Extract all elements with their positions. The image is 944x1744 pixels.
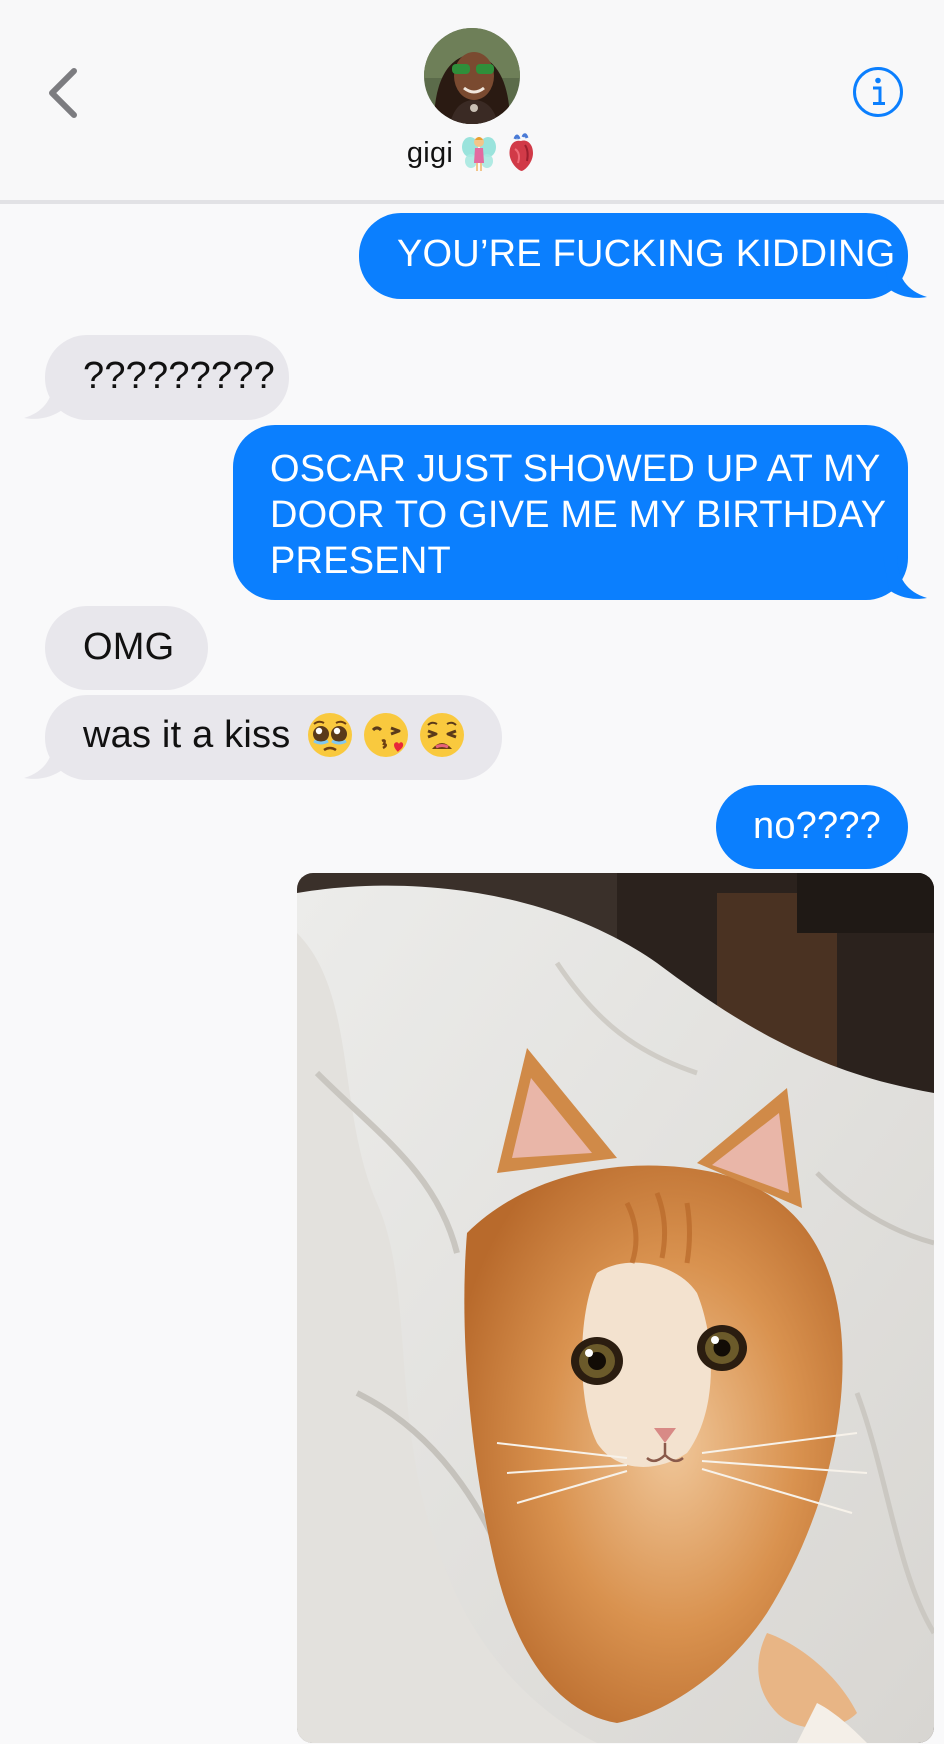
message-text-line: DOOR TO GIVE ME MY BIRTHDAY xyxy=(270,494,887,536)
anatomical-heart-emoji-icon xyxy=(509,133,534,171)
incoming-message[interactable]: OMG xyxy=(45,606,208,690)
pleading-face-emoji-icon xyxy=(308,713,353,757)
message-text-line: PRESENT xyxy=(270,540,451,582)
bubble-tail xyxy=(24,376,68,419)
message-text: ????????? xyxy=(83,355,276,397)
message-text: was it a kiss xyxy=(83,714,291,756)
outgoing-message[interactable]: YOU’RE FUCKING KIDDING xyxy=(359,213,927,299)
info-icon xyxy=(853,67,903,117)
outgoing-message[interactable]: no???? xyxy=(716,785,908,869)
photo-attachment[interactable] xyxy=(297,873,934,1743)
bubble-tail xyxy=(24,736,68,779)
message-content: was it a kiss xyxy=(83,711,502,759)
kissing-heart-face-emoji-icon xyxy=(364,713,409,757)
chevron-left-icon xyxy=(49,68,77,118)
message-text: no???? xyxy=(753,805,882,847)
kitten-photo xyxy=(297,873,934,1743)
weary-face-emoji-icon xyxy=(420,713,465,757)
avatar-photo xyxy=(424,28,520,124)
message-text: YOU’RE FUCKING KIDDING xyxy=(397,233,896,275)
incoming-message[interactable]: ????????? xyxy=(24,335,289,420)
contact-name[interactable]: gigi xyxy=(0,130,944,176)
conversation-header: gigi xyxy=(0,0,944,204)
contact-name-text: gigi xyxy=(406,136,454,169)
incoming-message[interactable]: was it a kiss xyxy=(24,695,502,780)
contact-avatar[interactable] xyxy=(424,28,520,124)
fairy-emoji-icon xyxy=(462,137,497,171)
outgoing-message[interactable]: OSCAR JUST SHOWED UP AT MY DOOR TO GIVE … xyxy=(233,425,927,600)
message-text-line: OSCAR JUST SHOWED UP AT MY xyxy=(270,448,881,490)
back-button[interactable] xyxy=(38,58,88,128)
info-button[interactable] xyxy=(852,66,904,118)
message-text: OMG xyxy=(83,626,175,668)
